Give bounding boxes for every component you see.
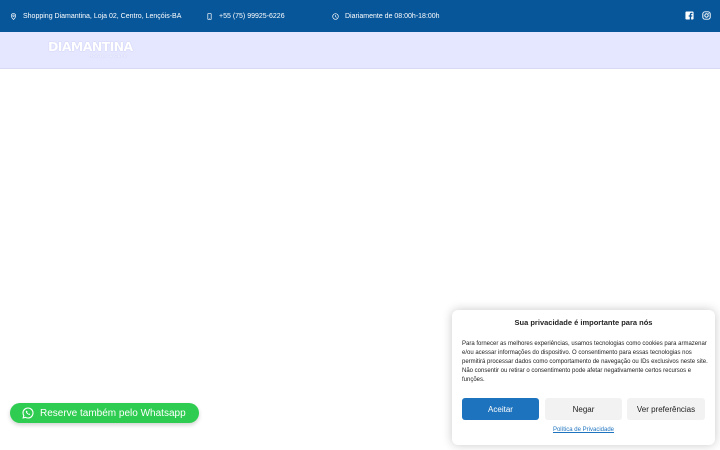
phone-text[interactable]: +55 (75) 99925-6226 — [219, 13, 285, 20]
whatsapp-label: Reserve também pelo Whatsapp — [40, 407, 186, 419]
hours-info: Diariamente de 08:00h-18:00h — [332, 0, 440, 32]
site-logo[interactable]: DIAMANTINA HOSTEL & CAFÉ — [48, 39, 133, 58]
phone-icon — [207, 12, 212, 20]
site-header: DIAMANTINA HOSTEL & CAFÉ — [0, 32, 720, 69]
instagram-icon[interactable] — [701, 10, 712, 21]
hours-text: Diariamente de 08:00h-18:00h — [345, 12, 440, 20]
top-info-bar: Shopping Diamantina, Loja 02, Centro, Le… — [0, 0, 720, 32]
view-preferences-button[interactable]: Ver preferências — [627, 398, 705, 420]
address-info: Shopping Diamantina, Loja 02, Centro, Le… — [10, 0, 181, 32]
clock-icon — [332, 12, 339, 20]
privacy-policy-link[interactable]: Política de Privacidade — [452, 427, 715, 433]
accept-button[interactable]: Aceitar — [462, 398, 539, 420]
consent-title: Sua privacidade é importante para nós — [514, 318, 653, 327]
map-pin-icon — [10, 12, 17, 20]
logo-name: DIAMANTINA — [48, 39, 133, 54]
phone-info[interactable]: +55 (75) 99925-6226 — [206, 0, 285, 32]
whatsapp-icon — [22, 407, 34, 419]
deny-button[interactable]: Negar — [545, 398, 622, 420]
consent-body: Para fornecer as melhores experiências, … — [462, 341, 708, 383]
facebook-icon[interactable] — [684, 10, 695, 21]
whatsapp-reserve-button[interactable]: Reserve também pelo Whatsapp — [10, 403, 199, 423]
address-text: Shopping Diamantina, Loja 02, Centro, Le… — [23, 12, 182, 20]
cookie-consent-dialog: Sua privacidade é importante para nós Pa… — [452, 310, 715, 445]
